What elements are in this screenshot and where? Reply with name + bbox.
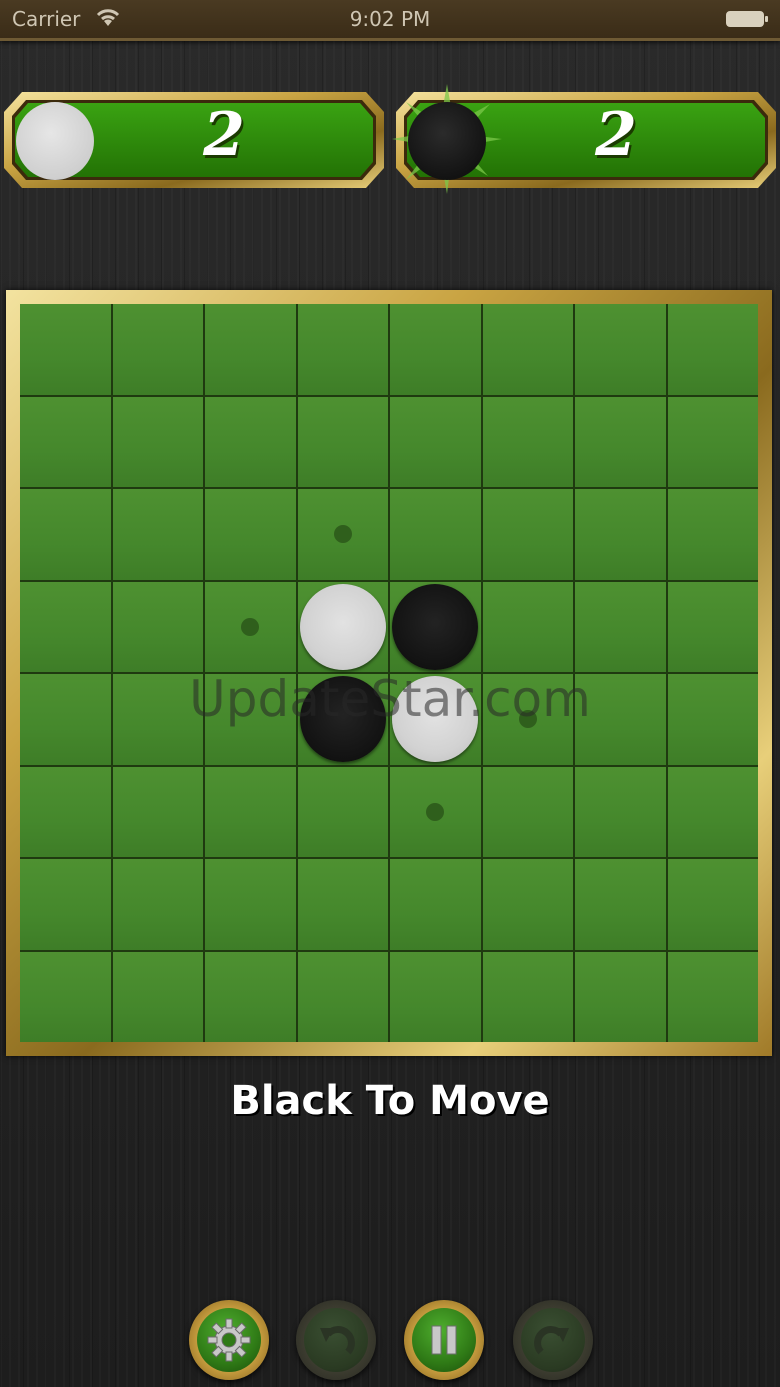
- white-piece: [299, 583, 386, 670]
- board-cell[interactable]: [112, 951, 203, 1042]
- board-cell[interactable]: [20, 674, 111, 765]
- black-piece: [392, 583, 479, 670]
- board-cell[interactable]: [667, 766, 758, 857]
- redo-button[interactable]: [513, 1300, 593, 1380]
- board-cell[interactable]: [482, 304, 573, 395]
- board-cell[interactable]: [205, 859, 296, 950]
- white-score-panel: 2: [4, 90, 384, 190]
- board-cell[interactable]: [112, 396, 203, 487]
- board-cell[interactable]: [482, 859, 573, 950]
- gear-icon: [207, 1318, 251, 1362]
- pause-icon: [431, 1325, 457, 1355]
- board-cell[interactable]: [390, 489, 481, 580]
- board-cell[interactable]: [20, 489, 111, 580]
- board-cell[interactable]: [482, 674, 573, 765]
- board-cell[interactable]: [390, 304, 481, 395]
- board-cell[interactable]: [575, 674, 666, 765]
- board-cell[interactable]: [20, 396, 111, 487]
- board-cell[interactable]: [667, 581, 758, 672]
- battery-icon: [726, 11, 768, 27]
- board-cell[interactable]: [297, 674, 388, 765]
- board-cell[interactable]: [297, 304, 388, 395]
- status-bar: Carrier 9:02 PM: [0, 0, 780, 41]
- board-cell[interactable]: [112, 766, 203, 857]
- board-cell[interactable]: [112, 581, 203, 672]
- board-cell[interactable]: [390, 396, 481, 487]
- board-cell[interactable]: [575, 581, 666, 672]
- white-piece: [392, 676, 479, 763]
- white-score: 2: [203, 100, 245, 170]
- white-disc-icon: [16, 102, 94, 180]
- board-cell[interactable]: [205, 581, 296, 672]
- board-cell[interactable]: [112, 304, 203, 395]
- board-cell[interactable]: [482, 396, 573, 487]
- black-disc-icon: [408, 102, 486, 180]
- board-frame: [6, 290, 772, 1056]
- pause-button[interactable]: [404, 1300, 484, 1380]
- board-cell[interactable]: [297, 581, 388, 672]
- board-cell[interactable]: [20, 304, 111, 395]
- board-cell[interactable]: [20, 859, 111, 950]
- board-cell[interactable]: [112, 674, 203, 765]
- valid-move-hint: [241, 617, 260, 636]
- board-cell[interactable]: [205, 304, 296, 395]
- board-cell[interactable]: [112, 489, 203, 580]
- board-cell[interactable]: [390, 766, 481, 857]
- board-cell[interactable]: [297, 766, 388, 857]
- board-cell[interactable]: [20, 581, 111, 672]
- board-cell[interactable]: [667, 396, 758, 487]
- board-cell[interactable]: [205, 674, 296, 765]
- valid-move-hint: [518, 710, 537, 729]
- black-piece: [299, 676, 386, 763]
- black-score-panel: 2: [392, 84, 776, 194]
- board-cell[interactable]: [575, 859, 666, 950]
- valid-move-hint: [426, 802, 445, 821]
- board-cell[interactable]: [575, 304, 666, 395]
- board-cell[interactable]: [482, 489, 573, 580]
- board-cell[interactable]: [482, 581, 573, 672]
- board-cell[interactable]: [20, 766, 111, 857]
- board-cell[interactable]: [667, 951, 758, 1042]
- board-cell[interactable]: [575, 766, 666, 857]
- board-cell[interactable]: [390, 859, 481, 950]
- board-cell[interactable]: [575, 396, 666, 487]
- board-cell[interactable]: [20, 951, 111, 1042]
- board-cell[interactable]: [390, 951, 481, 1042]
- board-cell[interactable]: [390, 674, 481, 765]
- redo-icon: [534, 1326, 569, 1355]
- board-cell[interactable]: [205, 766, 296, 857]
- undo-button[interactable]: [296, 1300, 376, 1380]
- board-cell[interactable]: [482, 951, 573, 1042]
- undo-icon: [320, 1326, 355, 1355]
- board-cell[interactable]: [297, 489, 388, 580]
- board-cell[interactable]: [667, 859, 758, 950]
- board-cell[interactable]: [667, 489, 758, 580]
- board-cell[interactable]: [112, 859, 203, 950]
- board-cell[interactable]: [390, 581, 481, 672]
- game-board[interactable]: [20, 304, 758, 1042]
- valid-move-hint: [333, 525, 352, 544]
- board-cell[interactable]: [667, 674, 758, 765]
- black-score: 2: [595, 100, 637, 170]
- board-cell[interactable]: [297, 396, 388, 487]
- settings-button[interactable]: [189, 1300, 269, 1380]
- board-cell[interactable]: [667, 304, 758, 395]
- board-cell[interactable]: [205, 396, 296, 487]
- turn-indicator: Black To Move: [230, 1078, 550, 1124]
- board-cell[interactable]: [575, 489, 666, 580]
- clock: 9:02 PM: [349, 7, 431, 31]
- board-cell[interactable]: [297, 859, 388, 950]
- bottom-toolbar: [0, 1300, 780, 1384]
- board-cell[interactable]: [205, 489, 296, 580]
- board-cell[interactable]: [575, 951, 666, 1042]
- board-cell[interactable]: [205, 951, 296, 1042]
- board-cell[interactable]: [297, 951, 388, 1042]
- board-cell[interactable]: [482, 766, 573, 857]
